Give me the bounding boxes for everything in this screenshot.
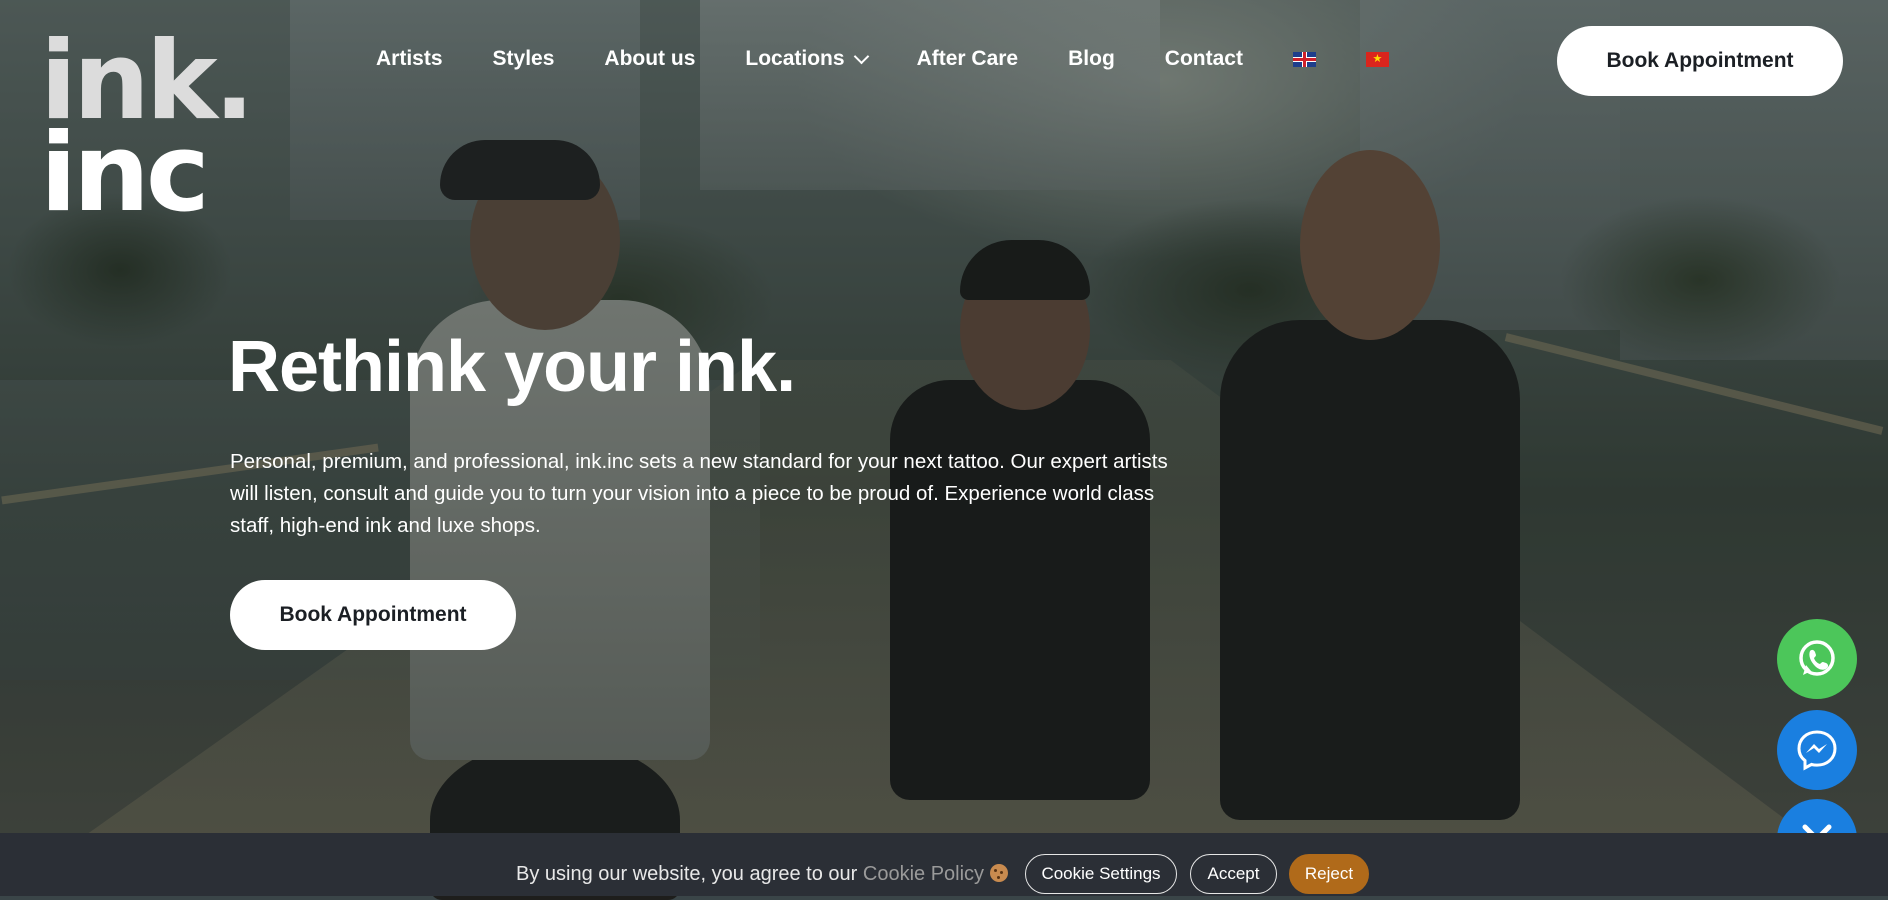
- vn-flag-icon[interactable]: ★: [1365, 51, 1389, 67]
- messenger-icon: [1797, 730, 1837, 771]
- main-nav: Artists Styles About us Locations After …: [376, 47, 1439, 71]
- cookie-message-text: By using our website, you agree to our: [516, 863, 863, 885]
- nav-item-locations[interactable]: Locations: [745, 47, 869, 71]
- whatsapp-button[interactable]: [1777, 619, 1857, 699]
- site-logo[interactable]: ink. inc: [40, 28, 255, 236]
- nav-item-locations-label: Locations: [745, 47, 845, 70]
- uk-flag-icon[interactable]: [1292, 51, 1316, 67]
- hero-book-appointment-button[interactable]: Book Appointment: [230, 580, 516, 650]
- nav-item-blog[interactable]: Blog: [1068, 47, 1115, 71]
- hero-description: Personal, premium, and professional, ink…: [230, 450, 1168, 537]
- nav-item-after-care[interactable]: After Care: [917, 47, 1019, 71]
- cookie-icon: [990, 864, 1009, 882]
- header-book-appointment-button[interactable]: Book Appointment: [1557, 26, 1843, 96]
- whatsapp-icon: [1799, 640, 1835, 676]
- cookie-message: By using our website, you agree to our C…: [516, 863, 1009, 886]
- cookie-accept-button[interactable]: Accept: [1190, 854, 1277, 894]
- messenger-button[interactable]: [1777, 710, 1857, 790]
- cookie-policy-link[interactable]: Cookie Policy: [863, 863, 984, 885]
- hero-title: Rethink your ink.: [228, 327, 796, 407]
- cookie-reject-button[interactable]: Reject: [1289, 854, 1369, 894]
- chevron-down-icon: [853, 48, 869, 64]
- nav-item-contact[interactable]: Contact: [1165, 47, 1243, 71]
- nav-item-about-us[interactable]: About us: [604, 47, 695, 71]
- nav-item-artists[interactable]: Artists: [376, 47, 443, 71]
- nav-item-styles[interactable]: Styles: [493, 47, 555, 71]
- cookie-settings-button[interactable]: Cookie Settings: [1025, 854, 1177, 894]
